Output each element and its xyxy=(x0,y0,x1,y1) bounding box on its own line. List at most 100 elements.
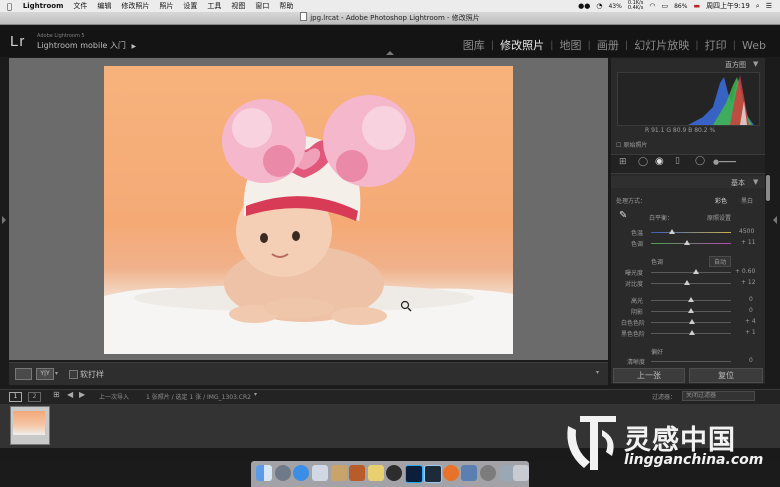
tint-slider-handle[interactable] xyxy=(684,240,690,245)
eyedropper-icon[interactable]: ✎ xyxy=(619,210,627,221)
menu-photo[interactable]: 照片 xyxy=(154,1,178,11)
view-dropdown-icon[interactable]: ▾ xyxy=(55,370,58,377)
menu-file[interactable]: 文件 xyxy=(68,1,92,11)
treatment-color-button[interactable]: 彩色 xyxy=(715,196,727,205)
status-dots-icon[interactable]: ●● xyxy=(578,2,590,10)
graduated-filter-icon[interactable]: ▯ xyxy=(675,156,680,166)
forward-arrow-icon[interactable]: ▶ xyxy=(79,390,85,399)
contrast-value[interactable]: + 12 xyxy=(741,279,756,286)
loupe-view-button[interactable] xyxy=(15,368,32,380)
auto-tone-button[interactable]: 自动 xyxy=(709,256,732,267)
photo-preview[interactable] xyxy=(104,66,513,354)
adjustment-brush-icon[interactable]: ●━━━━ xyxy=(713,158,736,166)
previous-button[interactable]: 上一张 xyxy=(613,368,685,383)
radial-filter-icon[interactable]: ◯ xyxy=(695,156,705,166)
temp-slider[interactable] xyxy=(651,232,731,233)
grid-view-icon[interactable]: ⊞ xyxy=(53,390,60,399)
wb-dropdown[interactable]: 原照设置 xyxy=(707,213,731,222)
module-slideshow[interactable]: 幻灯片放映 xyxy=(628,37,695,53)
menu-edit[interactable]: 编辑 xyxy=(92,1,116,11)
system-preferences-icon[interactable] xyxy=(480,465,496,481)
spot-removal-tool-icon[interactable]: ◯ xyxy=(638,157,648,167)
highlights-slider-handle[interactable] xyxy=(688,297,694,302)
list-icon[interactable]: ☰ xyxy=(766,2,772,10)
module-web[interactable]: Web xyxy=(736,39,772,52)
window-titlebar[interactable]: jpg.lrcat - Adobe Photoshop Lightroom - … xyxy=(0,12,780,25)
menu-settings[interactable]: 设置 xyxy=(178,1,202,11)
basic-title[interactable]: 基本 xyxy=(731,178,745,188)
temp-value[interactable]: 4500 xyxy=(739,228,754,235)
histogram-collapse-icon[interactable]: ▼ xyxy=(753,60,758,68)
filter-dropdown[interactable]: 关闭过滤器 xyxy=(682,391,755,401)
lightroom-icon[interactable] xyxy=(424,465,442,483)
tint-slider[interactable] xyxy=(651,243,731,244)
menu-tools[interactable]: 工具 xyxy=(202,1,226,11)
before-after-button[interactable]: Y|Y xyxy=(36,368,54,380)
mobile-getting-started[interactable]: Lightroom mobile 入门 ▶ xyxy=(37,40,136,51)
module-library[interactable]: 图库 xyxy=(457,37,491,53)
dictionary-icon[interactable] xyxy=(349,465,365,481)
wifi-icon[interactable]: ◠ xyxy=(649,2,655,10)
histogram[interactable] xyxy=(617,72,760,126)
reset-button[interactable]: 复位 xyxy=(689,368,763,383)
right-panel-scrollbar[interactable] xyxy=(766,175,770,201)
wifi-strength[interactable]: 86% xyxy=(674,3,687,10)
red-eye-tool-icon[interactable]: ◉ xyxy=(655,156,664,167)
blacks-value[interactable]: + 1 xyxy=(745,329,756,336)
module-book[interactable]: 画册 xyxy=(591,37,625,53)
whites-slider-handle[interactable] xyxy=(689,319,695,324)
contrast-slider-handle[interactable] xyxy=(684,280,690,285)
photoshop-icon[interactable] xyxy=(405,465,423,483)
basic-collapse-icon[interactable]: ▼ xyxy=(753,178,758,186)
contacts-icon[interactable] xyxy=(331,465,347,481)
back-arrow-icon[interactable]: ◀ xyxy=(67,390,73,399)
left-panel-toggle-icon[interactable] xyxy=(2,216,6,224)
notes-icon[interactable] xyxy=(368,465,384,481)
contrast-slider[interactable] xyxy=(651,283,731,284)
safari-icon[interactable] xyxy=(293,465,309,481)
blacks-slider-handle[interactable] xyxy=(689,330,695,335)
battery-level[interactable]: 43% xyxy=(608,3,621,10)
preview-icon[interactable] xyxy=(461,465,477,481)
menu-window[interactable]: 窗口 xyxy=(250,1,274,11)
page-2-button[interactable]: 2 xyxy=(28,392,41,402)
source-label[interactable]: 上一次导入 xyxy=(99,392,129,401)
right-panel-toggle-icon[interactable] xyxy=(773,216,777,224)
histogram-title[interactable]: 直方图 xyxy=(725,60,746,70)
mail-icon[interactable] xyxy=(312,465,328,481)
exposure-slider-handle[interactable] xyxy=(693,269,699,274)
clarity-slider[interactable] xyxy=(651,361,731,362)
temp-slider-handle[interactable] xyxy=(669,229,675,234)
top-panel-toggle-icon[interactable] xyxy=(386,51,394,55)
clarity-value[interactable]: 0 xyxy=(749,357,753,364)
module-develop[interactable]: 修改照片 xyxy=(494,37,550,53)
softproof-checkbox[interactable] xyxy=(69,370,78,379)
exposure-slider[interactable] xyxy=(651,272,731,273)
whites-value[interactable]: + 4 xyxy=(745,318,756,325)
qq-icon[interactable] xyxy=(386,465,402,481)
shadows-value[interactable]: 0 xyxy=(749,307,753,314)
finder-icon[interactable] xyxy=(256,465,272,481)
firefox-icon[interactable] xyxy=(443,465,459,481)
net-speed[interactable]: 0.1K/s 0.4K/s xyxy=(628,1,644,11)
tint-value[interactable]: + 11 xyxy=(741,239,756,246)
menu-app-name[interactable]: Lightroom xyxy=(18,2,69,10)
exposure-value[interactable]: + 0.60 xyxy=(735,268,755,275)
page-1-button[interactable]: 1 xyxy=(9,392,22,402)
menu-view[interactable]: 视图 xyxy=(226,1,250,11)
apple-icon[interactable]:  xyxy=(0,2,18,11)
toolbar-menu-icon[interactable]: ▾ xyxy=(596,369,599,376)
clock[interactable]: 周四上午9:19 xyxy=(706,1,750,11)
treatment-bw-button[interactable]: 黑白 xyxy=(741,196,753,205)
selection-path[interactable]: 1 张照片 / 选定 1 张 / IMG_1303.CR2 xyxy=(146,392,251,401)
shadows-slider-handle[interactable] xyxy=(688,308,694,313)
module-map[interactable]: 地图 xyxy=(554,37,588,53)
trash-icon[interactable] xyxy=(513,465,529,481)
original-photo-toggle[interactable]: ☐ 原始照片 xyxy=(616,140,647,149)
search-icon[interactable]: ⌕ xyxy=(756,2,760,11)
path-dropdown-icon[interactable]: ▾ xyxy=(254,391,257,398)
menu-help[interactable]: 帮助 xyxy=(274,1,298,11)
highlights-value[interactable]: 0 xyxy=(749,296,753,303)
flag-icon[interactable]: ▬ xyxy=(693,2,700,10)
crop-tool-icon[interactable]: ⊞ xyxy=(619,157,627,167)
